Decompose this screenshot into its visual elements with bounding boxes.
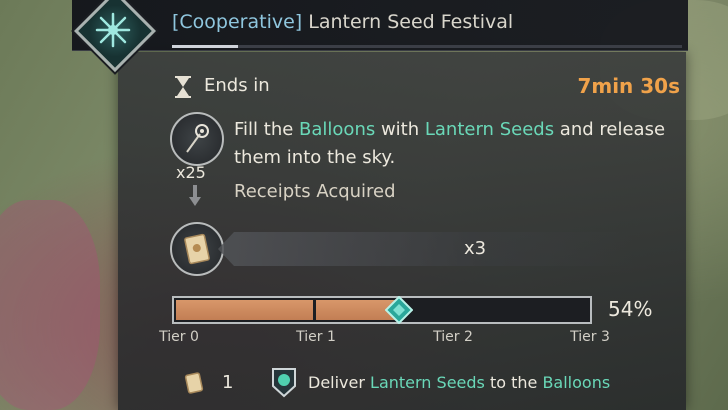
receipt-scroll-icon [170,222,224,276]
diamond-marker-icon [385,296,413,324]
event-title: [Cooperative] Lantern Seed Festival [172,11,513,33]
hourglass-icon [175,76,191,98]
tier-progress-bar [172,296,592,324]
background-flower [0,200,100,410]
snowflake-emblem-icon [95,12,131,48]
header-progress-fill [172,45,239,48]
tier-label-3: Tier 3 [570,329,610,345]
tier-divider [451,298,454,322]
arrow-down-icon [189,185,201,206]
objective-description: Fill the Balloons with Lantern Seeds and… [234,116,684,172]
deliver-text: Deliver [308,373,371,392]
event-tag: [Cooperative] [172,11,303,33]
reward-band [218,232,634,266]
header-progress-track [172,45,682,48]
tier-label-2: Tier 2 [433,329,473,345]
event-header: [Cooperative] Lantern Seed Festival [72,0,688,51]
progress-percent: 54% [608,297,653,321]
receipt-scroll-icon [184,372,204,394]
deliver-highlight-seeds: Lantern Seeds [370,373,485,392]
desc-highlight-seeds: Lantern Seeds [424,119,555,140]
desc-text: with [375,119,425,140]
receipt-count: 1 [222,372,234,393]
tier-label-1: Tier 1 [296,329,336,345]
tier-progress-fill [176,300,401,320]
deliver-highlight-balloons: Balloons [542,373,611,392]
timer-row: Ends in 7min 30s [174,74,680,102]
tier-divider [313,298,316,322]
deliver-text: to the [484,373,543,392]
desc-text: Fill the [234,119,300,140]
event-name: Lantern Seed Festival [308,11,514,33]
tier-label-0: Tier 0 [159,329,199,345]
deliver-objective: Deliver Lantern Seeds to the Balloons [308,373,610,392]
seed-count: x25 [176,163,206,182]
receipts-label: Receipts Acquired [234,181,396,202]
map-pin-icon[interactable] [270,366,298,398]
desc-highlight-balloons: Balloons [299,119,376,140]
timer-label: Ends in [204,75,270,96]
reward-quantity: x3 [464,238,487,259]
timer-value: 7min 30s [577,74,680,98]
lantern-seed-icon [170,112,224,166]
